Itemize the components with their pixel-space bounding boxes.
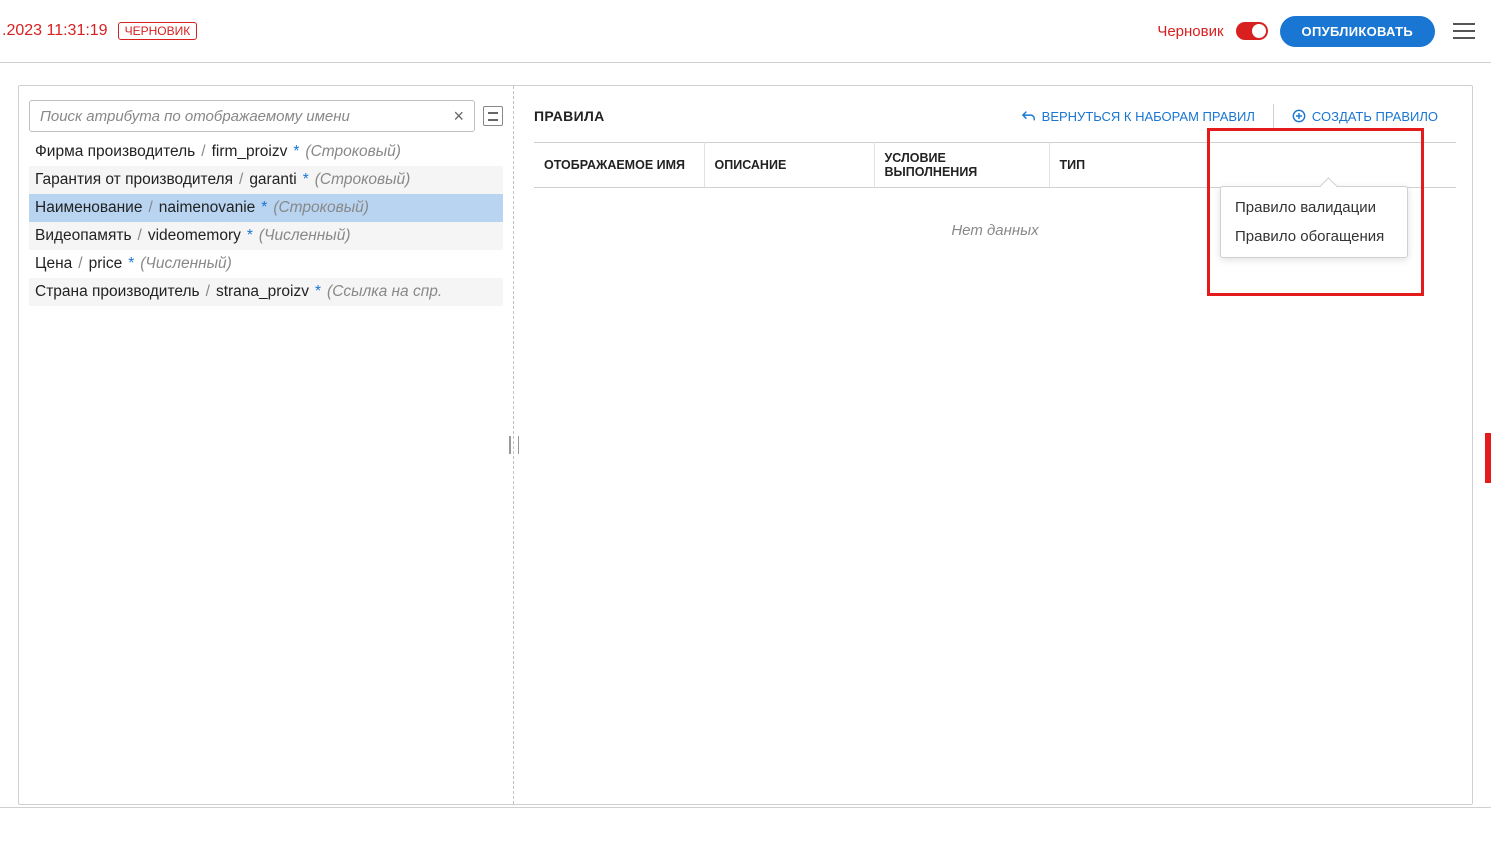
col-display-name[interactable]: ОТОБРАЖАЕМОЕ ИМЯ xyxy=(534,143,704,188)
plus-circle-icon xyxy=(1292,109,1306,123)
attr-display: Страна производитель xyxy=(35,283,200,301)
attr-code: videomemory xyxy=(148,227,241,245)
attribute-row[interactable]: Видеопамять / videomemory * (Численный) xyxy=(29,222,503,250)
required-star: * xyxy=(303,171,309,189)
attribute-row[interactable]: Наименование / naimenovanie * (Строковый) xyxy=(29,194,503,222)
separator: / xyxy=(138,227,142,245)
main: × Фирма производитель / firm_proizv * (Строк… xyxy=(0,63,1491,823)
attr-code: naimenovanie xyxy=(159,199,256,217)
required-star: * xyxy=(261,199,267,217)
attribute-row[interactable]: Страна производитель / strana_proizv * (Ссыл… xyxy=(29,278,503,306)
attribute-row[interactable]: Фирма производитель / firm_proizv * (Строков… xyxy=(29,138,503,166)
attributes-pane: × Фирма производитель / firm_proizv * (Строк… xyxy=(19,86,514,804)
attr-display: Наименование xyxy=(35,199,142,217)
col-condition[interactable]: УСЛОВИЕ ВЫПОЛНЕНИЯ xyxy=(874,143,1049,188)
search-row: × xyxy=(29,100,503,132)
draft-label: Черновик xyxy=(1157,23,1223,40)
create-rule-dropdown: Правило валидации Правило обогащения xyxy=(1220,186,1408,258)
back-to-rulesets-button[interactable]: ВЕРНУТЬСЯ К НАБОРАМ ПРАВИЛ xyxy=(1004,105,1273,128)
separator: / xyxy=(148,199,152,217)
col-description[interactable]: ОПИСАНИЕ xyxy=(704,143,874,188)
rules-table: ОТОБРАЖАЕМОЕ ИМЯ ОПИСАНИЕ УСЛОВИЕ ВЫПОЛН… xyxy=(534,142,1456,188)
separator: / xyxy=(78,255,82,273)
attribute-row[interactable]: Цена / price * (Численный) xyxy=(29,250,503,278)
attr-code: firm_proizv xyxy=(212,143,288,161)
dropdown-item-validation[interactable]: Правило валидации xyxy=(1221,193,1407,222)
search-input[interactable] xyxy=(40,108,449,125)
attr-code: garanti xyxy=(249,171,296,189)
timestamp: .2023 11:31:19 xyxy=(2,22,108,40)
transfer-icon[interactable] xyxy=(483,106,503,126)
topbar-right: Черновик ОПУБЛИКОВАТЬ xyxy=(1157,16,1481,47)
topbar: .2023 11:31:19 ЧЕРНОВИК Черновик ОПУБЛИК… xyxy=(0,0,1491,62)
attr-display: Видеопамять xyxy=(35,227,132,245)
create-rule-button[interactable]: СОЗДАТЬ ПРАВИЛО xyxy=(1274,105,1456,128)
attr-type: (Строковый) xyxy=(273,199,369,217)
menu-icon[interactable] xyxy=(1453,23,1475,39)
clear-icon[interactable]: × xyxy=(449,106,468,127)
attr-display: Цена xyxy=(35,255,72,273)
undo-icon xyxy=(1022,109,1036,123)
dropdown-item-enrichment[interactable]: Правило обогащения xyxy=(1221,222,1407,251)
draft-badge: ЧЕРНОВИК xyxy=(118,22,198,40)
required-star: * xyxy=(293,143,299,161)
footer-divider xyxy=(0,807,1491,808)
required-star: * xyxy=(315,283,321,301)
required-star: * xyxy=(128,255,134,273)
attr-code: price xyxy=(89,255,123,273)
publish-button[interactable]: ОПУБЛИКОВАТЬ xyxy=(1280,16,1435,47)
table-header-row: ОТОБРАЖАЕМОЕ ИМЯ ОПИСАНИЕ УСЛОВИЕ ВЫПОЛН… xyxy=(534,143,1456,188)
back-label: ВЕРНУТЬСЯ К НАБОРАМ ПРАВИЛ xyxy=(1042,109,1255,124)
attribute-list: Фирма производитель / firm_proizv * (Строков… xyxy=(29,138,503,306)
attr-display: Фирма производитель xyxy=(35,143,195,161)
rules-actions: ВЕРНУТЬСЯ К НАБОРАМ ПРАВИЛ СОЗДАТЬ ПРАВИ… xyxy=(1004,104,1456,128)
rules-header: ПРАВИЛА ВЕРНУТЬСЯ К НАБОРАМ ПРАВИЛ xyxy=(534,104,1456,128)
attr-type: (Ссылка на спр. xyxy=(327,283,442,301)
attr-type: (Численный) xyxy=(259,227,351,245)
rules-title: ПРАВИЛА xyxy=(534,108,605,124)
attr-code: strana_proizv xyxy=(216,283,309,301)
separator: / xyxy=(206,283,210,301)
required-star: * xyxy=(247,227,253,245)
attr-display: Гарантия от производителя xyxy=(35,171,233,189)
attr-type: (Строковый) xyxy=(315,171,411,189)
separator: / xyxy=(239,171,243,189)
topbar-left: .2023 11:31:19 ЧЕРНОВИК xyxy=(0,22,197,40)
search-box: × xyxy=(29,100,475,132)
col-type[interactable]: ТИП xyxy=(1049,143,1456,188)
draft-toggle[interactable] xyxy=(1236,22,1268,40)
create-label: СОЗДАТЬ ПРАВИЛО xyxy=(1312,109,1438,124)
attr-type: (Численный) xyxy=(140,255,232,273)
separator: / xyxy=(201,143,205,161)
attr-type: (Строковый) xyxy=(305,143,401,161)
scrollbar-hint xyxy=(1485,433,1491,483)
attribute-row[interactable]: Гарантия от производителя / garanti * (Строк… xyxy=(29,166,503,194)
